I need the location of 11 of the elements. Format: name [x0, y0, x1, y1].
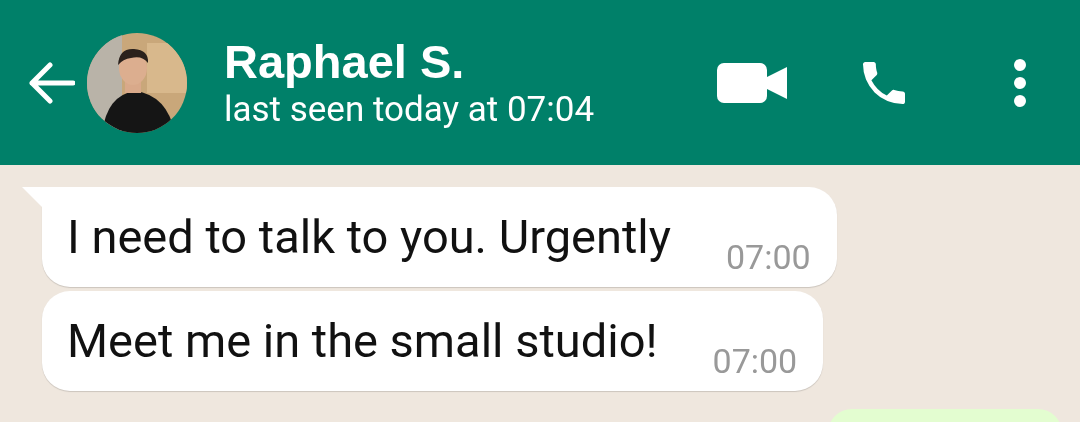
message-time: 07:00	[712, 341, 798, 381]
back-arrow-icon[interactable]	[27, 61, 75, 104]
message-time: 07:00	[725, 237, 811, 277]
message-text: I need to talk to you. Urgently	[67, 209, 671, 265]
message-text: Meet me in the small studio!	[67, 313, 658, 369]
message-bubble[interactable]: Meet me in the small studio! 07:00	[42, 291, 824, 391]
last-seen-status: last seen today at 07:04	[224, 89, 595, 130]
more-options-icon[interactable]	[1013, 57, 1027, 108]
contact-name[interactable]: Raphael S.	[224, 35, 595, 88]
video-call-icon[interactable]	[717, 60, 787, 105]
message-bubble[interactable]: I need to talk to you. Urgently 07:00	[42, 187, 837, 287]
